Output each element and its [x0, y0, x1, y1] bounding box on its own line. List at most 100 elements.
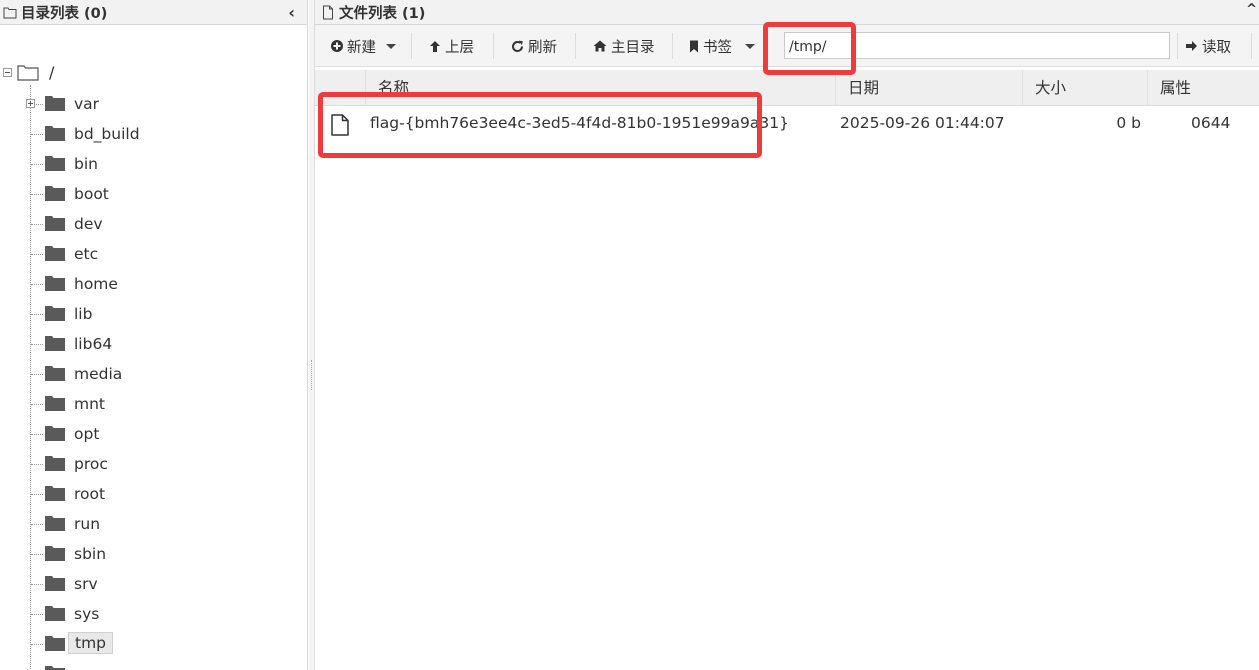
folder-icon	[45, 336, 65, 351]
column-attr-label: 属性	[1160, 79, 1192, 97]
folder-icon	[45, 186, 65, 201]
tree-item-label: srv	[74, 575, 98, 593]
folder-icon	[45, 486, 65, 501]
tree-item-lib64[interactable]: lib64	[0, 329, 300, 359]
tree-item-label: usr	[74, 664, 98, 670]
tree-item-label: run	[74, 515, 101, 533]
tree-item-label: lib64	[74, 335, 113, 353]
tree-item-usr[interactable]: usr	[0, 659, 300, 670]
tree-item-proc[interactable]: proc	[0, 449, 300, 479]
file-name[interactable]: flag-{bmh76e3ee4c-3ed5-4f4d-81b0-1951e99…	[370, 114, 789, 132]
bookmark-label: 书签	[703, 39, 732, 56]
tree-item-home[interactable]: home	[0, 269, 300, 299]
collapse-panel-chevron-icon[interactable]: ‹	[288, 3, 295, 22]
new-button-label: 新建	[347, 39, 376, 56]
expand-toggle-icon[interactable]	[26, 99, 35, 108]
folder-icon	[45, 516, 65, 531]
bookmark-dropdown-caret-icon[interactable]	[745, 43, 755, 49]
tree-item-label: lib	[74, 305, 93, 323]
column-name-label: 名称	[378, 79, 410, 97]
arrow-up-icon	[430, 40, 440, 52]
column-header-attr[interactable]: 属性	[1147, 70, 1259, 106]
folder-outline-icon	[3, 7, 17, 18]
column-header-date[interactable]: 日期	[835, 70, 1022, 106]
folder-open-outline-icon	[17, 65, 39, 81]
bookmark-button[interactable]: 书签	[689, 33, 755, 59]
up-level-label: 上层	[445, 39, 474, 56]
column-header-name[interactable]: 名称	[365, 70, 835, 106]
tree-item-sys[interactable]: sys	[0, 599, 300, 629]
tree-root-node[interactable]: /	[3, 63, 54, 82]
directory-panel: 目录列表 (0) ‹ / var bd_buildbin boot dev etc hom…	[0, 0, 308, 670]
file-icon	[331, 114, 349, 136]
folder-icon	[45, 636, 65, 651]
refresh-label: 刷新	[528, 39, 557, 56]
tree-item-label: tmp	[68, 632, 114, 654]
tree-root-label: /	[49, 63, 55, 82]
folder-icon	[45, 456, 65, 471]
file-grid-header: 名称 日期 大小 属性	[315, 70, 1259, 106]
folder-icon	[45, 126, 65, 141]
tree-item-bin[interactable]: bin	[0, 149, 300, 179]
tree-item-label: media	[74, 365, 123, 383]
directory-panel-header: 目录列表 (0) ‹	[0, 0, 307, 25]
folder-icon	[45, 606, 65, 621]
new-button[interactable]: 新建	[331, 33, 396, 59]
path-input[interactable]	[784, 32, 1170, 59]
tree-item-label: opt	[74, 425, 100, 443]
folder-icon	[45, 546, 65, 561]
tree-item-boot[interactable]: boot	[0, 179, 300, 209]
tree-item-opt[interactable]: opt	[0, 419, 300, 449]
tree-item-label: sys	[74, 605, 100, 623]
folder-icon	[45, 156, 65, 171]
file-row[interactable]: flag-{bmh76e3ee4c-3ed5-4f4d-81b0-1951e99…	[315, 107, 1259, 143]
tree-item-label: home	[74, 275, 118, 293]
refresh-icon	[512, 40, 523, 52]
column-size-label: 大小	[1035, 79, 1067, 97]
plus-circle-icon	[331, 40, 343, 52]
tree-item-label: root	[74, 485, 106, 503]
tree-item-label: var	[74, 95, 100, 113]
folder-icon	[45, 576, 65, 591]
tree-item-media[interactable]: media	[0, 359, 300, 389]
up-level-button[interactable]: 上层	[429, 33, 474, 59]
file-date: 2025-09-26 01:44:07	[840, 114, 1005, 132]
column-header-size[interactable]: 大小	[1022, 70, 1147, 106]
read-label: 读取	[1202, 39, 1231, 56]
tree-item-dev[interactable]: dev	[0, 209, 300, 239]
tree-item-root[interactable]: root	[0, 479, 300, 509]
tree-item-run[interactable]: run	[0, 509, 300, 539]
file-size: 0 b	[1116, 114, 1141, 132]
tree-item-srv[interactable]: srv	[0, 569, 300, 599]
bookmark-icon	[690, 40, 698, 52]
tree-item-sbin[interactable]: sbin	[0, 539, 300, 569]
folder-icon	[45, 246, 65, 261]
refresh-button[interactable]: 刷新	[511, 33, 557, 59]
folder-icon	[45, 666, 65, 670]
folder-icon	[45, 426, 65, 441]
expand-up-chevron-icon[interactable]: ^	[1246, 2, 1257, 17]
tree-item-label: mnt	[74, 395, 105, 413]
tree-item-mnt[interactable]: mnt	[0, 389, 300, 419]
tree-item-tmp[interactable]: tmp	[0, 629, 300, 659]
collapse-toggle-icon[interactable]	[3, 68, 12, 77]
home-dir-button[interactable]: 主目录	[593, 33, 655, 59]
read-button[interactable]: 读取	[1185, 33, 1231, 59]
tree-item-lib[interactable]: lib	[0, 299, 300, 329]
tree-item-label: proc	[74, 455, 108, 473]
tree-item-label: etc	[74, 245, 99, 263]
tree-item-var[interactable]: var	[0, 89, 300, 119]
tree-item-label: bd_build	[74, 125, 140, 143]
arrow-right-icon	[1186, 41, 1197, 51]
new-dropdown-caret-icon[interactable]	[386, 43, 396, 49]
file-panel-header: 文件列表 (1) ^	[315, 0, 1259, 25]
folder-icon	[45, 96, 65, 111]
tree-item-label: dev	[74, 215, 103, 233]
tree-item-bd-build[interactable]: bd_build	[0, 119, 300, 149]
tree-item-etc[interactable]: etc	[0, 239, 300, 269]
file-panel-title: 文件列表 (1)	[339, 5, 426, 22]
column-date-label: 日期	[848, 79, 880, 97]
directory-panel-title: 目录列表 (0)	[21, 5, 108, 22]
tree-item-label: sbin	[74, 545, 107, 563]
folder-icon	[45, 276, 65, 291]
